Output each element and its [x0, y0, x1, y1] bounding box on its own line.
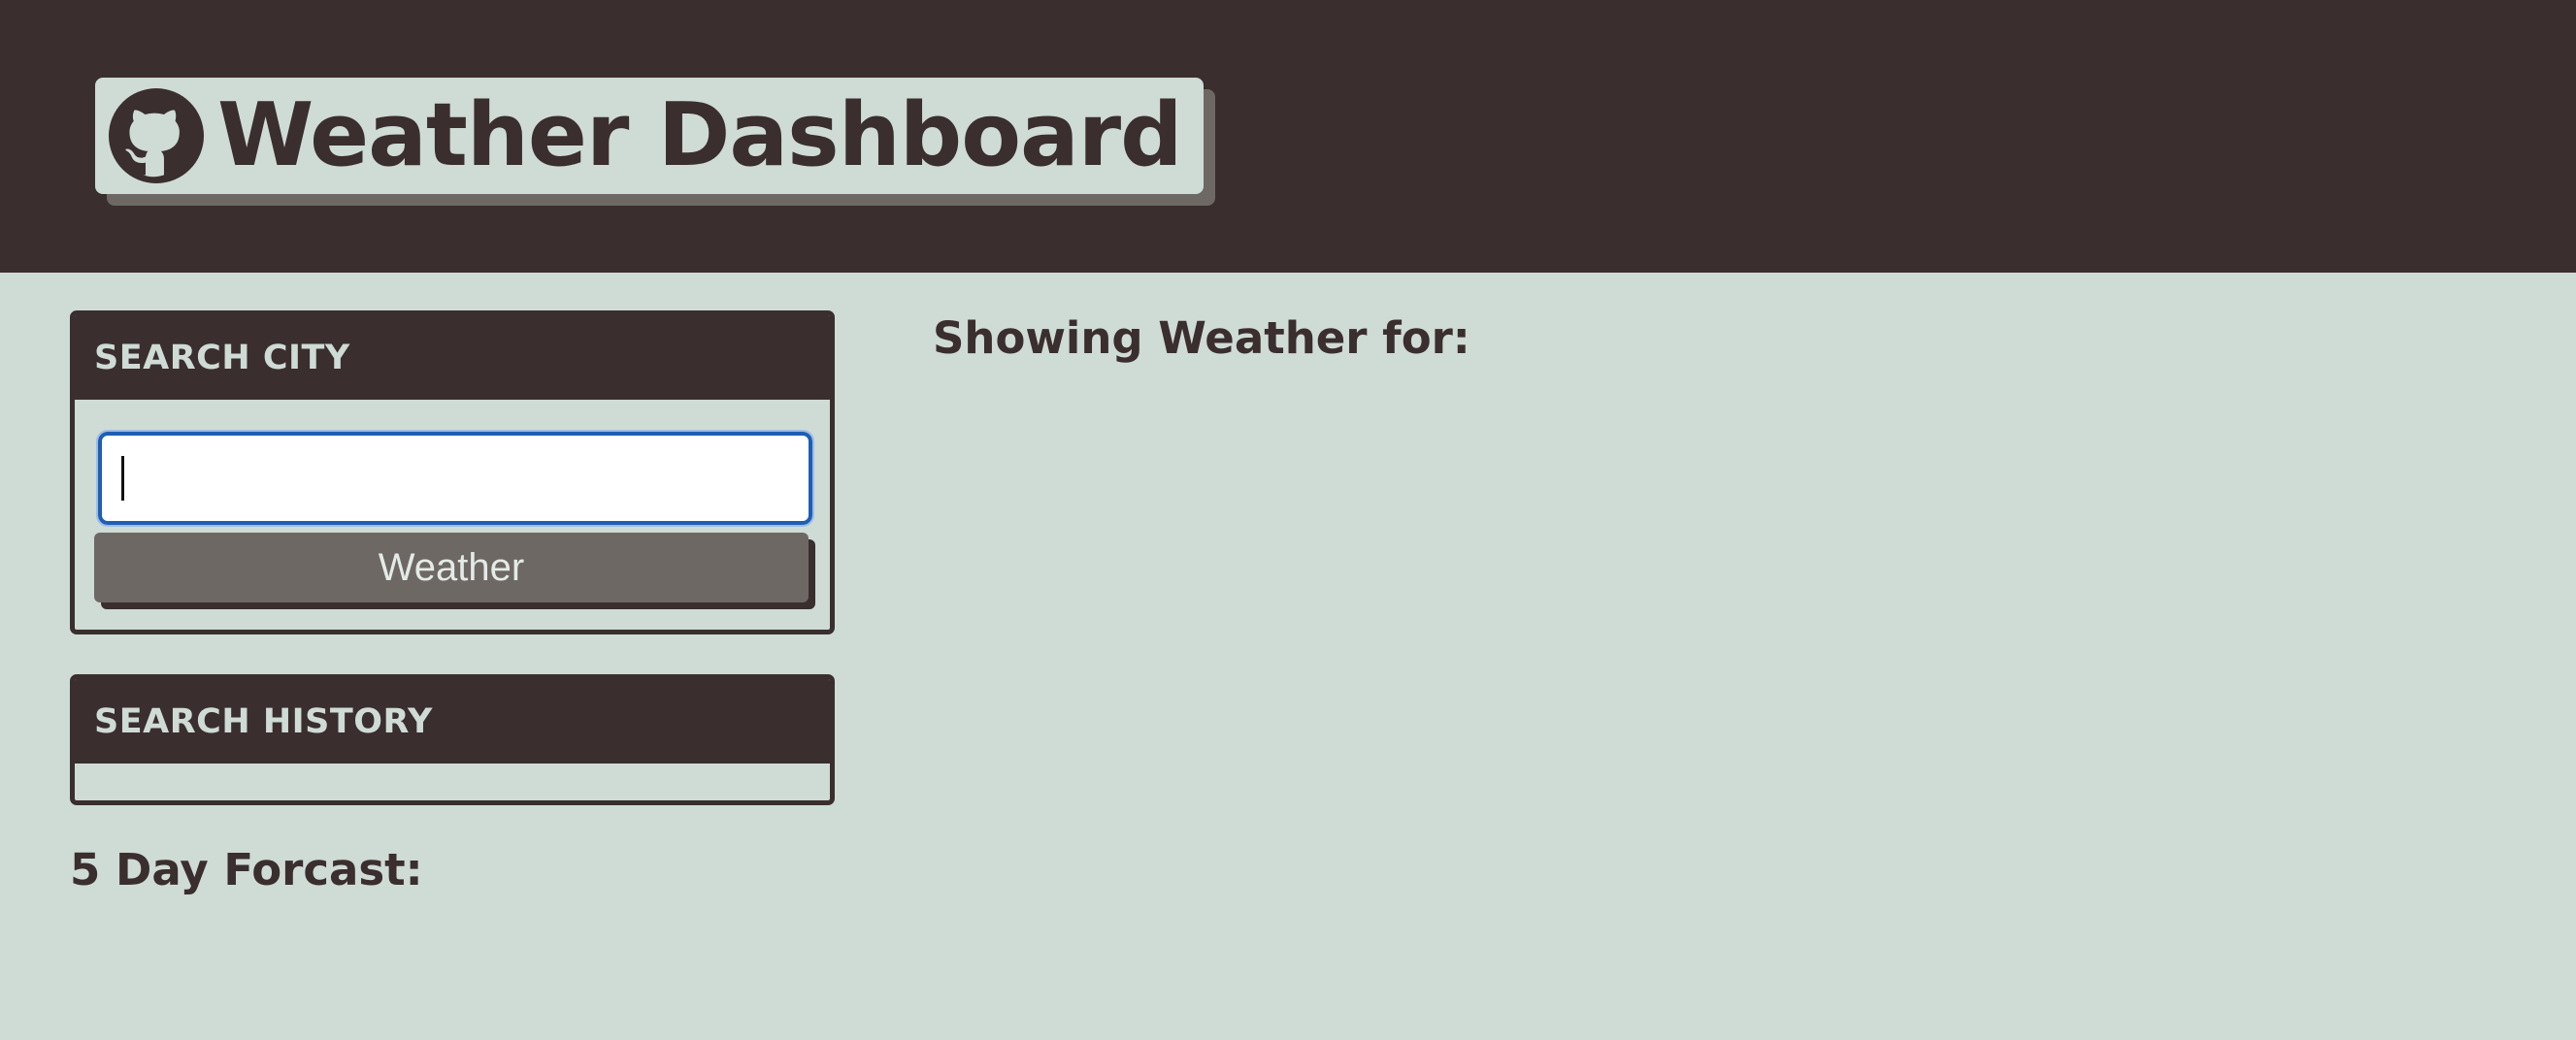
current-weather-label: Showing Weather for: [933, 312, 1470, 364]
search-history-heading: SEARCH HISTORY [75, 679, 830, 764]
page-title: Weather Dashboard [217, 84, 1183, 186]
text-caret [121, 456, 124, 501]
search-history-panel: SEARCH HISTORY [70, 674, 835, 805]
five-day-forecast-label: 5 Day Forcast: [70, 844, 423, 895]
search-city-panel: SEARCH CITY Weather [70, 310, 835, 634]
weather-search-button[interactable]: Weather [94, 533, 809, 602]
title-badge: Weather Dashboard [95, 78, 1204, 194]
page-header: Weather Dashboard [0, 0, 2576, 273]
city-search-input[interactable] [96, 430, 814, 527]
github-icon[interactable] [109, 88, 204, 183]
search-city-heading: SEARCH CITY [75, 315, 830, 400]
